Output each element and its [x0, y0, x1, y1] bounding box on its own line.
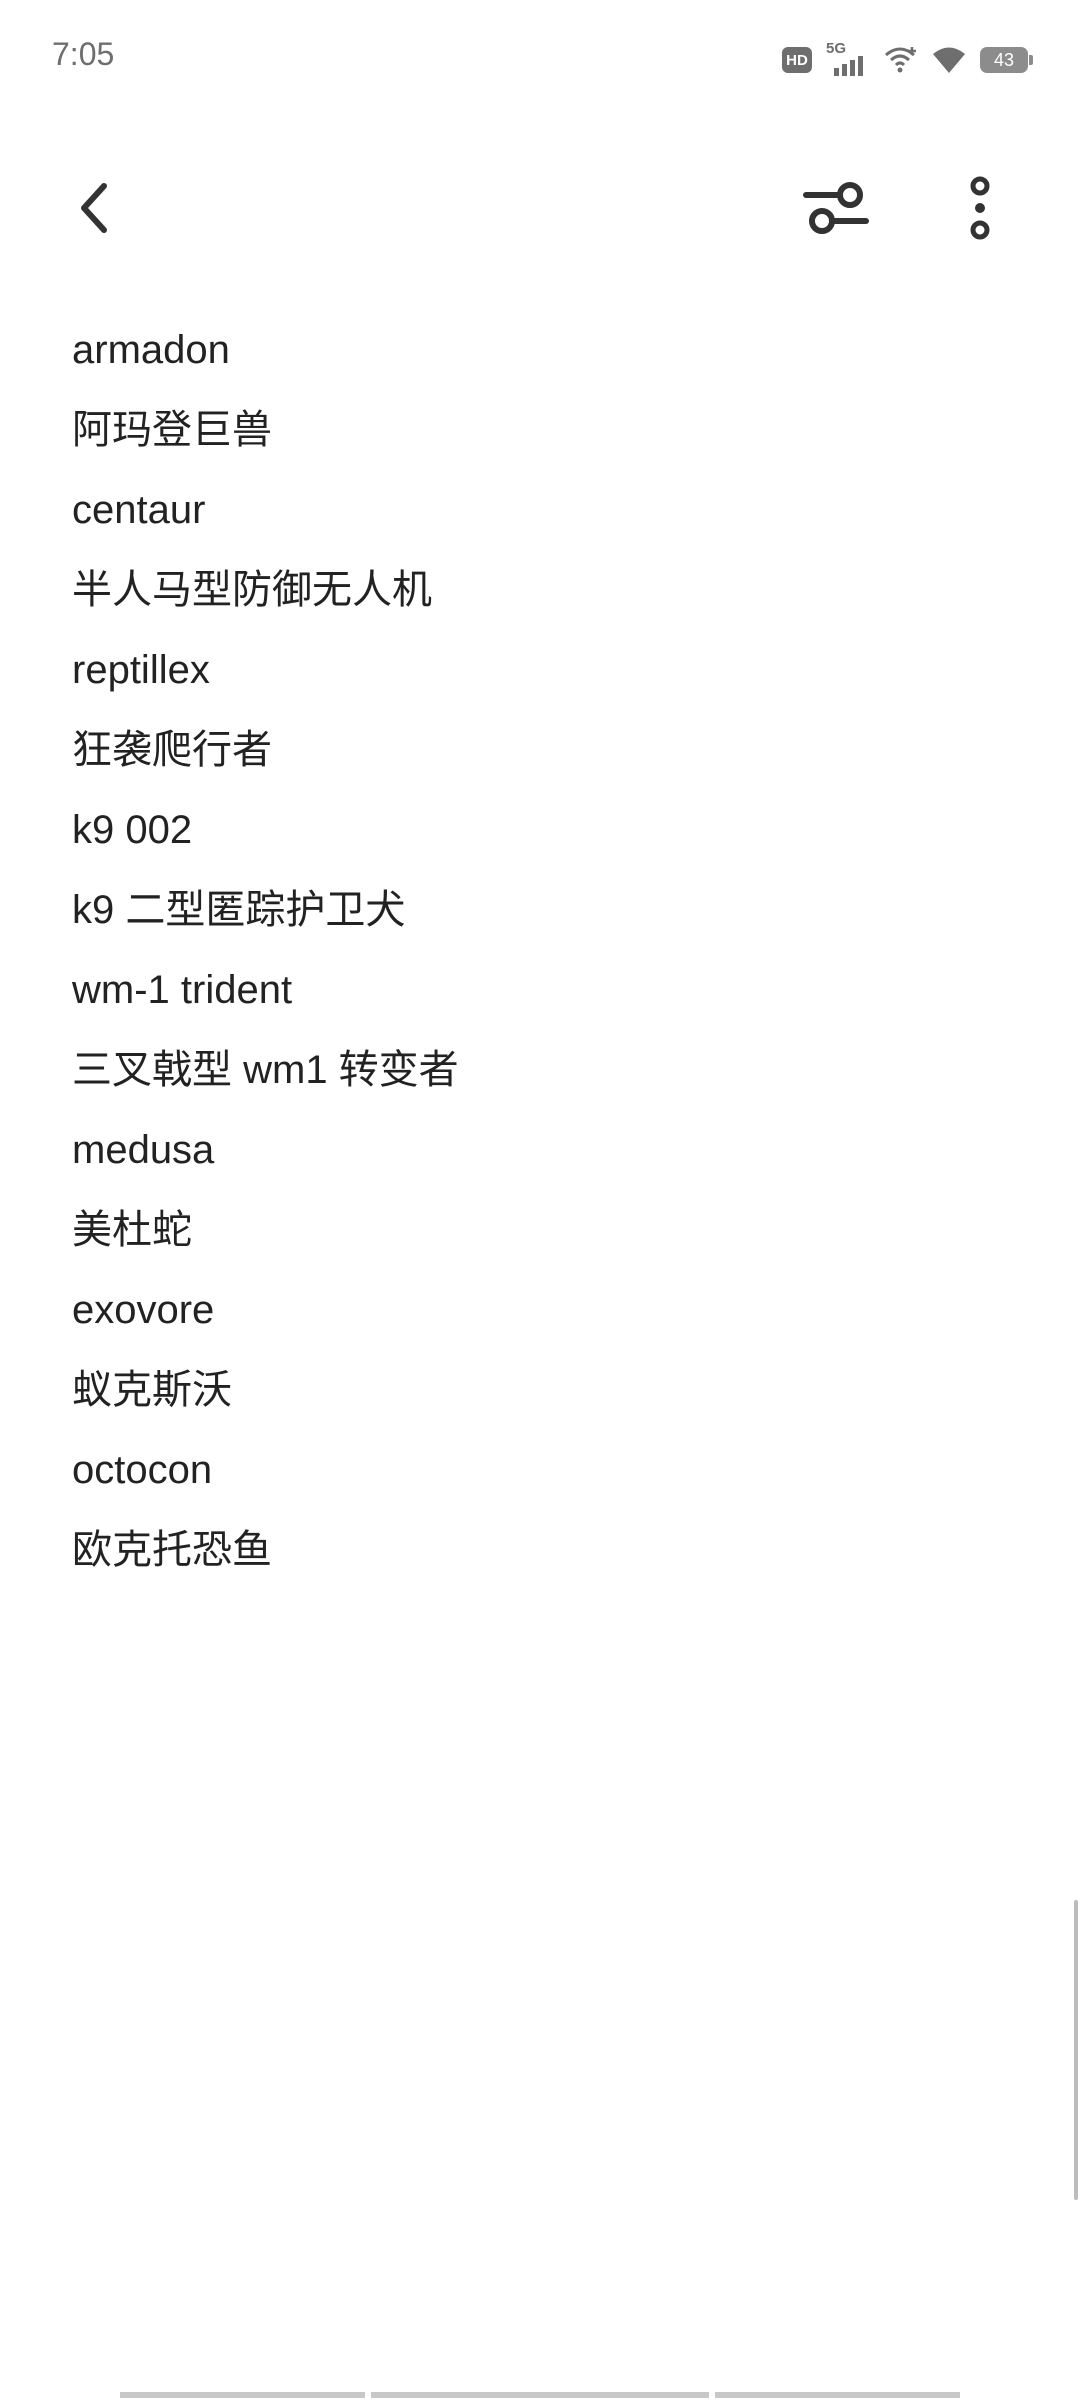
sliders-icon	[803, 182, 869, 234]
list-item[interactable]: 蚁克斯沃	[72, 1360, 1012, 1440]
more-options-button[interactable]	[940, 168, 1020, 248]
list-item[interactable]: exovore	[72, 1280, 1012, 1360]
list-item[interactable]: 阿玛登巨兽	[72, 400, 1012, 480]
list-item[interactable]: octocon	[72, 1440, 1012, 1520]
list-item[interactable]: 美杜蛇	[72, 1200, 1012, 1280]
list-item[interactable]: 欧克托恐鱼	[72, 1520, 1012, 1600]
list-item[interactable]: reptillex	[72, 640, 1012, 720]
list-item[interactable]: centaur	[72, 480, 1012, 560]
app-toolbar	[0, 150, 1080, 260]
back-button[interactable]	[54, 168, 134, 248]
status-time: 7:05	[52, 36, 115, 72]
item-list: armadon 阿玛登巨兽 centaur 半人马型防御无人机 reptille…	[72, 320, 1012, 1600]
scrollbar-thumb[interactable]	[1074, 1900, 1078, 2200]
list-item[interactable]: wm-1 trident	[72, 960, 1012, 1040]
wifi-plus-icon	[885, 47, 916, 73]
list-item[interactable]: 狂袭爬行者	[72, 720, 1012, 800]
vertical-dots-icon	[970, 176, 990, 240]
list-item[interactable]: medusa	[72, 1120, 1012, 1200]
list-item[interactable]: k9 二型匿踪护卫犬	[72, 880, 1012, 960]
network-type-label: 5G	[826, 40, 847, 57]
scrollbar[interactable]	[1072, 1900, 1080, 2200]
status-icons: HD 5G 43	[782, 40, 1033, 80]
list-item[interactable]: 半人马型防御无人机	[72, 560, 1012, 640]
list-item[interactable]: armadon	[72, 320, 1012, 400]
filter-button[interactable]	[796, 168, 876, 248]
signal-5g-icon: 5G	[826, 40, 870, 78]
battery-icon: 43	[980, 47, 1033, 73]
chevron-left-icon	[81, 183, 107, 233]
list-item[interactable]: 三叉戟型 wm1 转变者	[72, 1040, 1012, 1120]
list-item[interactable]: k9 002	[72, 800, 1012, 880]
wifi-icon	[933, 47, 965, 73]
hd-icon: HD	[782, 47, 812, 73]
status-bar: 7:05 HD 5G 43	[0, 0, 1080, 116]
gesture-navigation-bar[interactable]	[120, 2392, 960, 2398]
